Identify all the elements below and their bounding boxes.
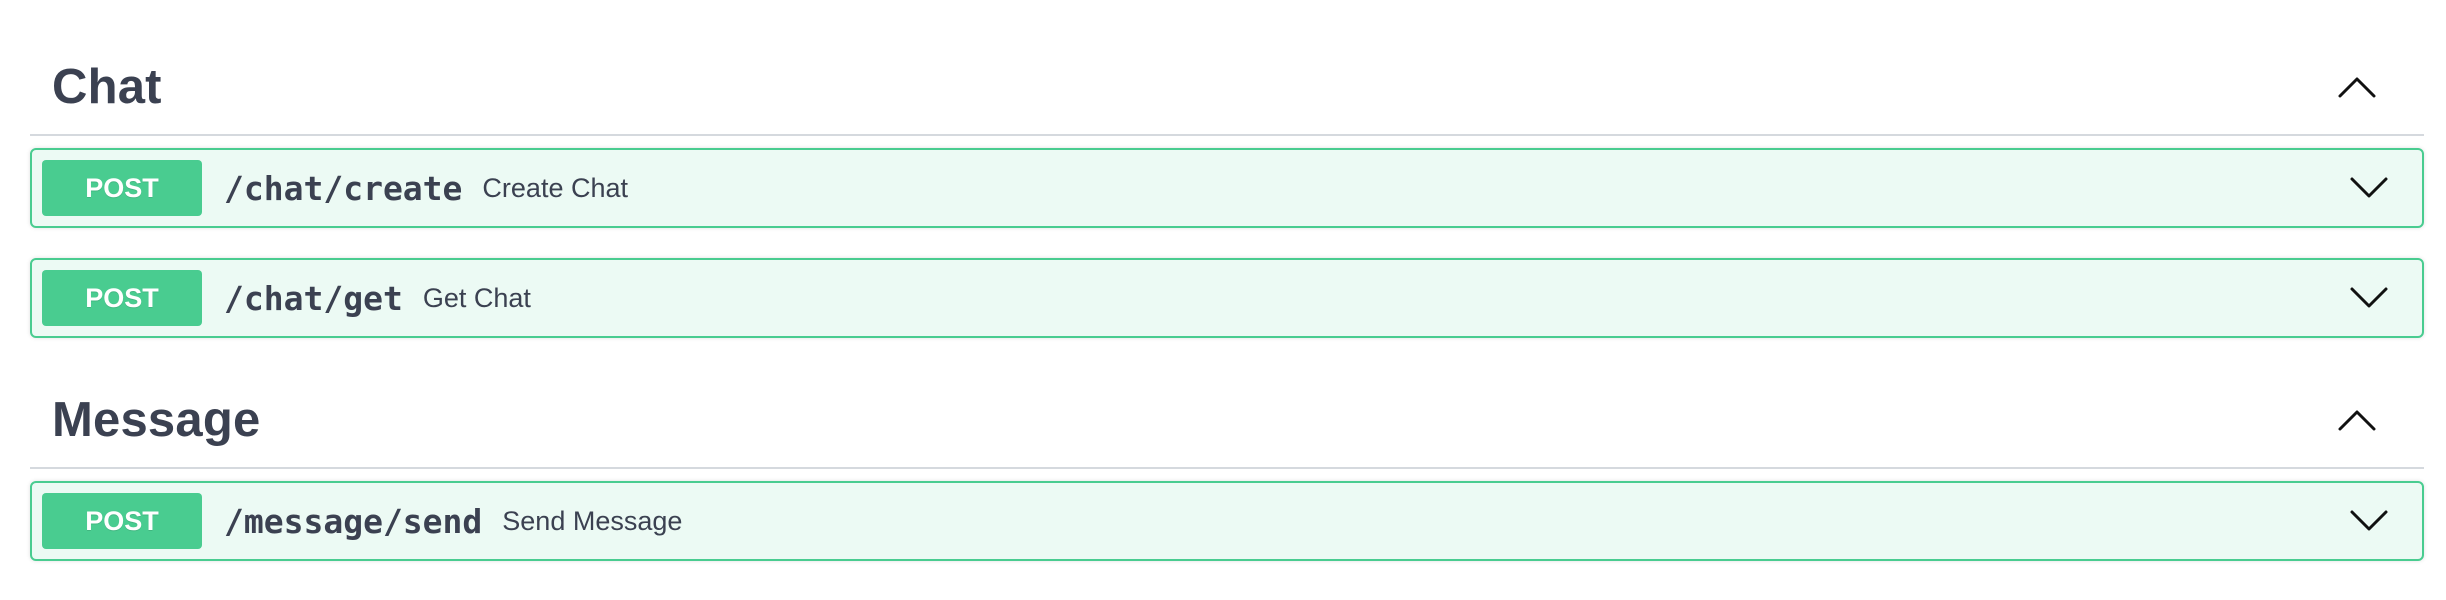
operation-path[interactable]: /chat/create bbox=[224, 169, 462, 208]
tag-section-chat: Chat POST /chat/create Create Chat POST … bbox=[30, 40, 2424, 338]
method-badge: POST bbox=[42, 160, 202, 216]
api-docs-page: Chat POST /chat/create Create Chat POST … bbox=[0, 0, 2446, 600]
tag-header-message[interactable]: Message bbox=[30, 373, 2424, 469]
operation-list: POST /message/send Send Message bbox=[30, 469, 2424, 561]
operation-list: POST /chat/create Create Chat POST /chat… bbox=[30, 136, 2424, 338]
operation-path[interactable]: /message/send bbox=[224, 502, 482, 541]
tag-title: Chat bbox=[52, 60, 162, 114]
chevron-down-icon[interactable] bbox=[2326, 491, 2412, 551]
method-badge: POST bbox=[42, 270, 202, 326]
method-badge: POST bbox=[42, 493, 202, 549]
operation-path[interactable]: /chat/get bbox=[224, 279, 403, 318]
tag-section-message: Message POST /message/send Send Message bbox=[30, 373, 2424, 561]
chevron-down-icon[interactable] bbox=[2326, 158, 2412, 218]
chevron-up-icon[interactable] bbox=[2312, 390, 2402, 450]
operation-post-message-send[interactable]: POST /message/send Send Message bbox=[30, 481, 2424, 561]
tag-header-chat[interactable]: Chat bbox=[30, 40, 2424, 136]
operation-summary: Send Message bbox=[502, 505, 683, 536]
chevron-up-icon[interactable] bbox=[2312, 57, 2402, 117]
operation-post-chat-get[interactable]: POST /chat/get Get Chat bbox=[30, 258, 2424, 338]
operation-summary: Create Chat bbox=[482, 172, 628, 203]
chevron-down-icon[interactable] bbox=[2326, 268, 2412, 328]
operation-post-chat-create[interactable]: POST /chat/create Create Chat bbox=[30, 148, 2424, 228]
operation-summary: Get Chat bbox=[422, 282, 531, 313]
tag-title: Message bbox=[52, 393, 261, 447]
